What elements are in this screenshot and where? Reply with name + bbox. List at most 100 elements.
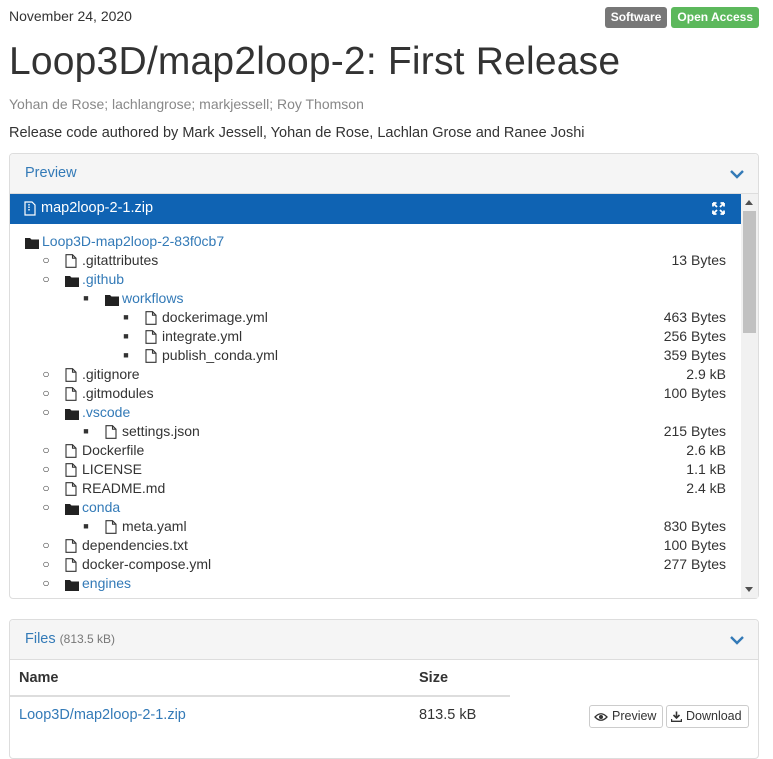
software-badge[interactable]: Software	[604, 7, 668, 28]
file-size: 1.1 kB	[686, 461, 726, 477]
folder-name[interactable]: conda	[82, 498, 120, 517]
preview-scrollbar[interactable]	[741, 194, 758, 598]
file-size: 277 Bytes	[663, 556, 726, 572]
files-panel-heading[interactable]: Files (813.5 kB)	[10, 620, 758, 660]
file-size: 830 Bytes	[663, 518, 726, 534]
list-bullet: ○	[42, 253, 50, 267]
tree-file-row: ■ meta.yaml 830 Bytes	[10, 517, 741, 536]
tree-file-row: ○ .gitmodules 100 Bytes	[10, 384, 741, 403]
file-size: 463 Bytes	[663, 309, 726, 325]
preview-heading-label[interactable]: Preview	[25, 165, 77, 181]
open-access-badge[interactable]: Open Access	[671, 7, 759, 28]
list-bullet: ○	[42, 538, 50, 552]
tree-folder-row: Loop3D-map2loop-2-83f0cb7	[10, 232, 741, 251]
preview-button-label: Preview	[612, 709, 657, 723]
file-name: integrate.yml	[162, 328, 243, 344]
file-name: docker-compose.yml	[82, 556, 212, 572]
chevron-down-icon[interactable]	[728, 631, 746, 649]
list-bullet: ○	[42, 481, 50, 495]
tree-file-row: ■ integrate.yml 256 Bytes	[10, 327, 741, 346]
file-name: .gitmodules	[82, 385, 154, 401]
list-bullet: ○	[42, 386, 50, 400]
eye-icon	[594, 712, 608, 721]
file-size: 813.5 kB	[419, 707, 477, 723]
file-name: dockerimage.yml	[162, 309, 268, 325]
folder-name[interactable]: .vscode	[82, 403, 130, 422]
list-bullet: ○	[42, 462, 50, 476]
file-name: meta.yaml	[122, 518, 187, 534]
list-bullet: ■	[123, 312, 129, 322]
scroll-up-arrow-icon[interactable]	[745, 200, 753, 205]
files-total-size: (813.5 kB)	[59, 632, 116, 646]
file-name: .gitattributes	[82, 252, 159, 268]
fullscreen-icon[interactable]	[712, 202, 725, 215]
preview-file-name: map2loop-2-1.zip	[41, 200, 154, 216]
tree-file-row: ■ dockerimage.yml 463 Bytes	[10, 308, 741, 327]
folder-name[interactable]: Loop3D-map2loop-2-83f0cb7	[42, 232, 224, 251]
list-bullet: ■	[123, 331, 129, 341]
folder-icon	[65, 577, 79, 596]
file-size: 13 Bytes	[671, 252, 726, 268]
record-description: Release code authored by Mark Jessell, Y…	[9, 125, 585, 141]
download-button[interactable]: Download	[666, 705, 749, 728]
file-link[interactable]: Loop3D/map2loop-2-1.zip	[19, 707, 186, 723]
list-bullet: ○	[42, 443, 50, 457]
tree-folder-row: ○ conda	[10, 498, 741, 517]
file-name: publish_conda.yml	[162, 347, 278, 363]
file-name: README.md	[82, 480, 166, 496]
file-name: dependencies.txt	[82, 537, 188, 553]
file-name: LICENSE	[82, 461, 142, 477]
list-bullet: ○	[42, 405, 50, 419]
list-bullet: ■	[83, 521, 89, 531]
tree-file-row: ○ LICENSE 1.1 kB	[10, 460, 741, 479]
tree-folder-row: ■ workflows	[10, 289, 741, 308]
tree-file-row: ○ dependencies.txt 100 Bytes	[10, 536, 741, 555]
file-size: 215 Bytes	[663, 423, 726, 439]
list-bullet: ■	[83, 426, 89, 436]
folder-name[interactable]: workflows	[122, 289, 183, 308]
list-bullet: ○	[42, 557, 50, 571]
tree-file-row: ○ README.md 2.4 kB	[10, 479, 741, 498]
list-bullet: ○	[42, 272, 50, 286]
tree-file-row: ○ .gitignore 2.9 kB	[10, 365, 741, 384]
file-size: 2.9 kB	[686, 366, 726, 382]
badges: Software Open Access	[604, 7, 759, 28]
scrollbar-thumb[interactable]	[743, 211, 756, 333]
chevron-down-icon[interactable]	[728, 165, 746, 183]
tree-file-row: ○ .gitattributes 13 Bytes	[10, 251, 741, 270]
preview-button[interactable]: Preview	[589, 705, 664, 728]
list-bullet: ■	[123, 350, 129, 360]
publication-date: November 24, 2020	[9, 8, 132, 24]
file-archive-icon	[24, 201, 36, 216]
file-size: 100 Bytes	[663, 385, 726, 401]
download-icon	[671, 711, 682, 722]
file-tree: Loop3D-map2loop-2-83f0cb7 ○ .gitattributes…	[10, 224, 741, 598]
tree-file-row: ■ settings.json 215 Bytes	[10, 422, 741, 441]
files-heading-label: Files	[25, 631, 56, 647]
preview-panel-heading[interactable]: Preview	[10, 154, 758, 194]
download-button-label: Download	[686, 709, 742, 723]
file-size: 359 Bytes	[663, 347, 726, 363]
table-header-divider	[10, 695, 510, 697]
column-header-size: Size	[419, 670, 449, 686]
folder-name[interactable]: .github	[82, 270, 124, 289]
list-bullet: ○	[42, 367, 50, 381]
tree-folder-row: ○ .github	[10, 270, 741, 289]
file-name: Dockerfile	[82, 442, 145, 458]
list-bullet: ■	[83, 293, 89, 303]
tree-file-row: ■ publish_conda.yml 359 Bytes	[10, 346, 741, 365]
preview-file-bar: map2loop-2-1.zip	[10, 194, 741, 224]
file-size: 2.4 kB	[686, 480, 726, 496]
files-panel: Files (813.5 kB) Name Size Loop3D/map2lo…	[9, 619, 759, 759]
tree-folder-row: ○ engines	[10, 574, 741, 593]
folder-name[interactable]: engines	[82, 574, 131, 593]
file-name: settings.json	[122, 423, 200, 439]
scroll-down-arrow-icon[interactable]	[745, 587, 753, 592]
files-heading[interactable]: Files (813.5 kB)	[25, 631, 115, 647]
tree-folder-row: ○ .vscode	[10, 403, 741, 422]
record-title: Loop3D/map2loop-2: First Release	[9, 40, 621, 83]
list-bullet: ○	[42, 500, 50, 514]
file-size: 100 Bytes	[663, 537, 726, 553]
preview-panel: Preview map2loop-2-1.zip Loop3D-map2loop…	[9, 153, 759, 599]
tree-file-row: ○ Dockerfile 2.6 kB	[10, 441, 741, 460]
